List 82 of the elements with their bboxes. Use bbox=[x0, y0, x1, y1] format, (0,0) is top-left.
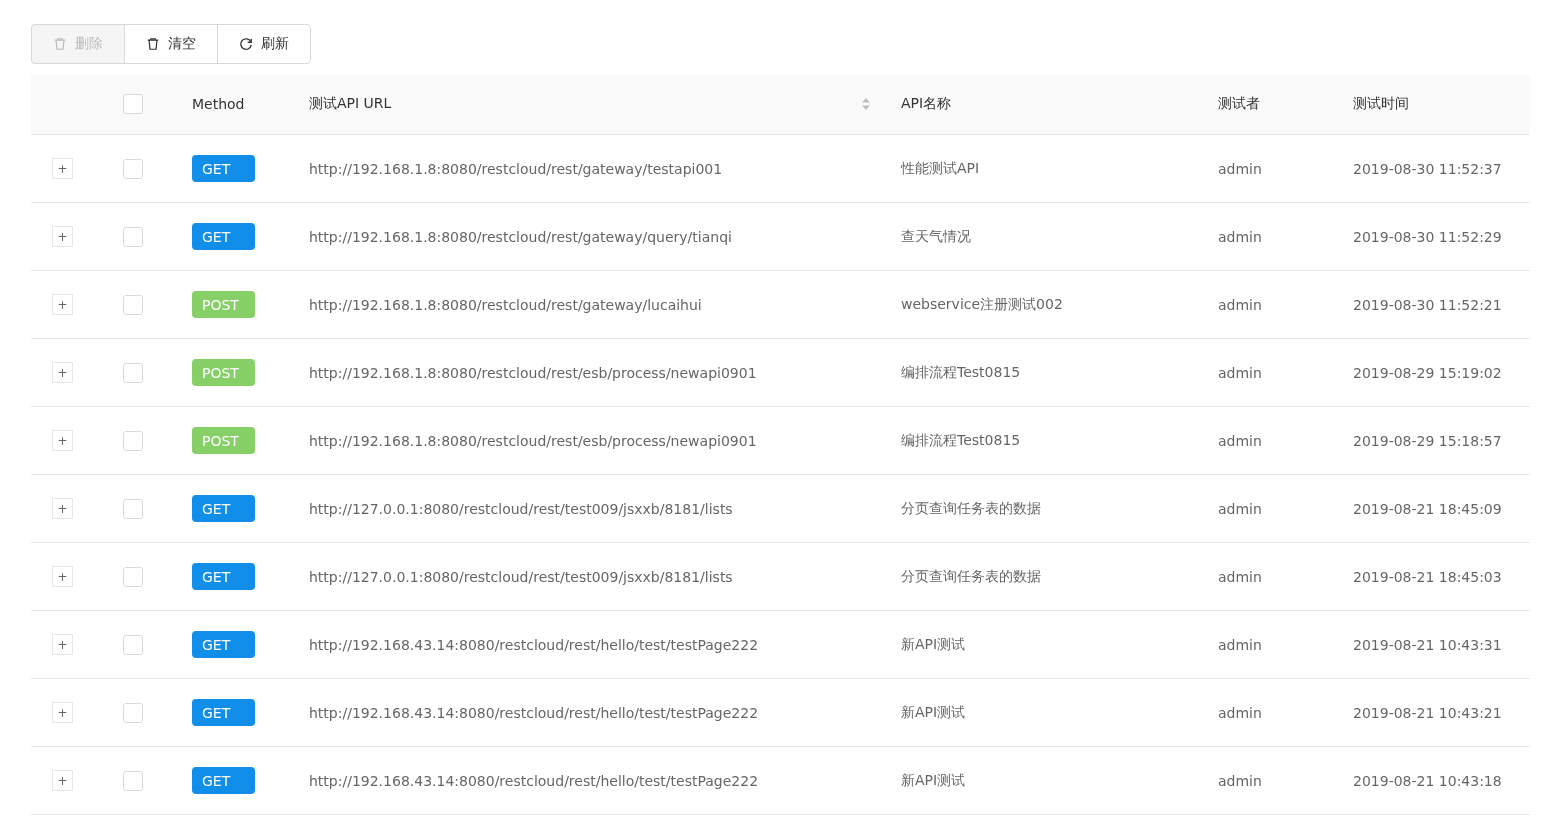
expand-button[interactable]: + bbox=[52, 566, 73, 587]
table-cell: admin bbox=[1218, 228, 1262, 245]
method-tag: POST bbox=[192, 427, 255, 454]
method-tag: GET bbox=[192, 155, 255, 182]
table-cell: http://192.168.43.14:8080/restcloud/rest/hello/test/testPage222 bbox=[309, 772, 759, 789]
expand-button[interactable]: + bbox=[52, 294, 73, 315]
column-header: Method bbox=[192, 96, 245, 112]
checkbox[interactable] bbox=[123, 566, 143, 587]
refresh-icon bbox=[239, 37, 253, 51]
table-cell: 2019-08-21 10:43:31 bbox=[1353, 636, 1502, 653]
method-tag: POST bbox=[192, 359, 255, 386]
method-tag: GET bbox=[192, 631, 255, 658]
column-header: 测试API URL bbox=[309, 95, 392, 113]
sort-icon[interactable] bbox=[861, 96, 871, 112]
table-cell: http://192.168.43.14:8080/restcloud/rest/hello/test/testPage222 bbox=[309, 704, 759, 721]
table-cell: admin bbox=[1218, 296, 1262, 313]
table-cell: http://192.168.1.8:8080/restcloud/rest/esb/process/newapi0901 bbox=[309, 432, 757, 449]
table-cell: http://127.0.0.1:8080/restcloud/rest/test009/jsxxb/8181/lists bbox=[309, 500, 733, 517]
table-cell: admin bbox=[1218, 568, 1262, 585]
checkbox[interactable] bbox=[123, 702, 143, 723]
trash-icon bbox=[146, 37, 160, 51]
table-cell: 编排流程Test0815 bbox=[901, 431, 1021, 450]
checkbox[interactable] bbox=[123, 770, 143, 791]
method-tag: GET bbox=[192, 767, 255, 794]
expand-button[interactable]: + bbox=[52, 226, 73, 247]
column-header: API名称 bbox=[901, 95, 952, 113]
table-cell: 新API测试 bbox=[901, 703, 966, 722]
table-cell: admin bbox=[1218, 704, 1262, 721]
checkbox[interactable] bbox=[123, 226, 143, 247]
method-tag: GET bbox=[192, 495, 255, 522]
table-cell: http://192.168.1.8:8080/restcloud/rest/esb/process/newapi0901 bbox=[309, 364, 757, 381]
table-cell: 分页查询任务表的数据 bbox=[901, 499, 1041, 518]
table-cell: 分页查询任务表的数据 bbox=[901, 567, 1041, 586]
trash-icon bbox=[53, 37, 67, 51]
column-header: 测试者 bbox=[1218, 95, 1260, 113]
expand-button[interactable]: + bbox=[52, 702, 73, 723]
table-cell: 编排流程Test0815 bbox=[901, 363, 1021, 382]
table-cell: 2019-08-30 11:52:21 bbox=[1353, 296, 1502, 313]
table-cell: admin bbox=[1218, 500, 1262, 517]
checkbox[interactable] bbox=[123, 430, 143, 451]
table-cell: admin bbox=[1218, 364, 1262, 381]
method-tag: GET bbox=[192, 563, 255, 590]
checkbox[interactable] bbox=[123, 94, 143, 114]
checkbox[interactable] bbox=[123, 634, 143, 655]
checkbox[interactable] bbox=[123, 294, 143, 315]
expand-button[interactable]: + bbox=[52, 430, 73, 451]
table-cell: 2019-08-29 15:18:57 bbox=[1353, 432, 1502, 449]
checkbox[interactable] bbox=[123, 498, 143, 519]
table-cell: admin bbox=[1218, 636, 1262, 653]
method-tag: GET bbox=[192, 699, 255, 726]
table-cell: http://127.0.0.1:8080/restcloud/rest/test009/jsxxb/8181/lists bbox=[309, 568, 733, 585]
expand-button[interactable]: + bbox=[52, 498, 73, 519]
checkbox[interactable] bbox=[123, 158, 143, 179]
table-cell: 2019-08-21 10:43:21 bbox=[1353, 704, 1502, 721]
toolbar-button[interactable]: 清空 bbox=[124, 24, 218, 64]
column-header: 测试时间 bbox=[1353, 95, 1409, 113]
method-tag: POST bbox=[192, 291, 255, 318]
table-cell: 性能测试API bbox=[901, 159, 980, 178]
table-cell: 2019-08-29 15:19:02 bbox=[1353, 364, 1502, 381]
table-cell: 2019-08-21 18:45:09 bbox=[1353, 500, 1502, 517]
table-cell: 2019-08-21 18:45:03 bbox=[1353, 568, 1502, 585]
expand-button[interactable]: + bbox=[52, 770, 73, 791]
table-cell: webservice注册测试002 bbox=[901, 295, 1063, 314]
table-cell: admin bbox=[1218, 432, 1262, 449]
toolbar-button[interactable]: 刷新 bbox=[217, 24, 311, 64]
checkbox[interactable] bbox=[123, 362, 143, 383]
table-cell: 2019-08-21 10:43:18 bbox=[1353, 772, 1502, 789]
table-cell: http://192.168.1.8:8080/restcloud/rest/gateway/lucaihui bbox=[309, 296, 702, 313]
method-tag: GET bbox=[192, 223, 255, 250]
expand-button[interactable]: + bbox=[52, 362, 73, 383]
table-cell: 新API测试 bbox=[901, 635, 966, 654]
table-cell: http://192.168.43.14:8080/restcloud/rest/hello/test/testPage222 bbox=[309, 636, 759, 653]
table-cell: 查天气情况 bbox=[901, 227, 971, 246]
expand-button[interactable]: + bbox=[52, 158, 73, 179]
table-cell: 2019-08-30 11:52:29 bbox=[1353, 228, 1502, 245]
table-cell: http://192.168.1.8:8080/restcloud/rest/gateway/testapi001 bbox=[309, 160, 723, 177]
table-cell: 新API测试 bbox=[901, 771, 966, 790]
table-cell: http://192.168.1.8:8080/restcloud/rest/gateway/query/tianqi bbox=[309, 228, 732, 245]
table-cell: admin bbox=[1218, 160, 1262, 177]
table-cell: 2019-08-30 11:52:37 bbox=[1353, 160, 1502, 177]
table-cell: admin bbox=[1218, 772, 1262, 789]
expand-button[interactable]: + bbox=[52, 634, 73, 655]
